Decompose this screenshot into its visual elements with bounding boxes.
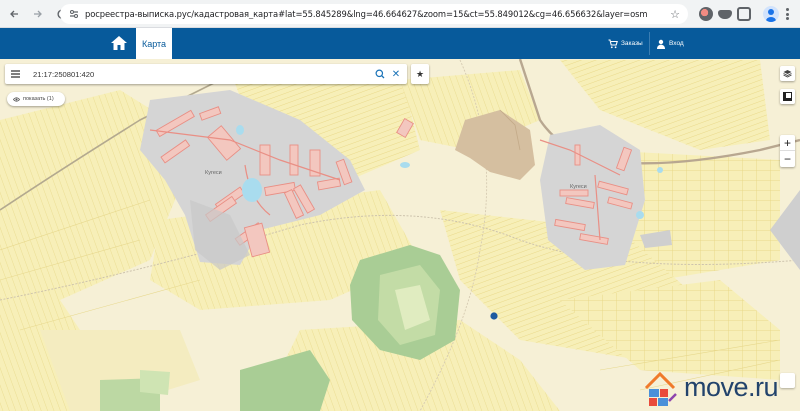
search-icon[interactable]: [372, 66, 388, 82]
user-icon: [657, 39, 665, 49]
eye-icon: [13, 96, 20, 102]
layers-button[interactable]: [780, 66, 795, 81]
back-icon[interactable]: [6, 6, 22, 22]
bookmark-star-icon[interactable]: ☆: [670, 8, 680, 21]
forward-icon[interactable]: [30, 6, 46, 22]
cadastral-map[interactable]: Кугеси Кугеси: [0, 59, 800, 411]
login-label: Вход: [669, 40, 684, 47]
zoom-out-button[interactable]: −: [780, 151, 795, 167]
parcel-marker[interactable]: [490, 312, 498, 320]
cart-icon: [608, 38, 618, 48]
tab-map[interactable]: Карта: [136, 28, 172, 59]
site-header: Карта Заказы Вход: [0, 28, 800, 59]
village-label-right: Кугеси: [570, 184, 587, 190]
favorite-star-icon[interactable]: ★: [411, 64, 429, 84]
site-settings-icon[interactable]: [68, 8, 80, 20]
browser-menu-icon[interactable]: [786, 8, 789, 20]
watermark-logo: move.ru: [642, 366, 800, 411]
search-panel: ✕: [5, 64, 407, 84]
cadastral-search-input[interactable]: [33, 69, 372, 79]
layers-icon: [783, 70, 792, 78]
move-ru-logo-icon: [644, 371, 677, 406]
extensions-puzzle-icon[interactable]: [737, 7, 751, 21]
extension-icon[interactable]: [718, 10, 732, 19]
frame-icon: [783, 92, 792, 101]
village-label-left: Кугеси: [205, 170, 222, 176]
extension-icon[interactable]: [699, 7, 713, 21]
home-icon[interactable]: [110, 34, 128, 52]
watermark-text: move.ru: [684, 372, 779, 402]
url-text: росреестра-выписка.рус/кадастровая_карта…: [85, 9, 648, 19]
header-divider: [649, 32, 650, 55]
address-bar[interactable]: росреестра-выписка.рус/кадастровая_карта…: [60, 4, 688, 24]
login-link[interactable]: Вход: [656, 28, 684, 59]
orders-label: Заказы: [621, 40, 643, 47]
show-results-label: показать (1): [23, 96, 54, 102]
zoom-controls: + −: [780, 135, 795, 167]
zoom-in-button[interactable]: +: [780, 135, 795, 151]
map-frame-button[interactable]: [780, 89, 795, 104]
orders-link[interactable]: Заказы: [608, 28, 643, 59]
close-icon[interactable]: ✕: [388, 66, 404, 82]
menu-icon[interactable]: [5, 64, 25, 84]
show-results-button[interactable]: показать (1): [7, 92, 65, 106]
profile-avatar[interactable]: [763, 6, 779, 22]
browser-toolbar: росреестра-выписка.рус/кадастровая_карта…: [0, 0, 800, 28]
